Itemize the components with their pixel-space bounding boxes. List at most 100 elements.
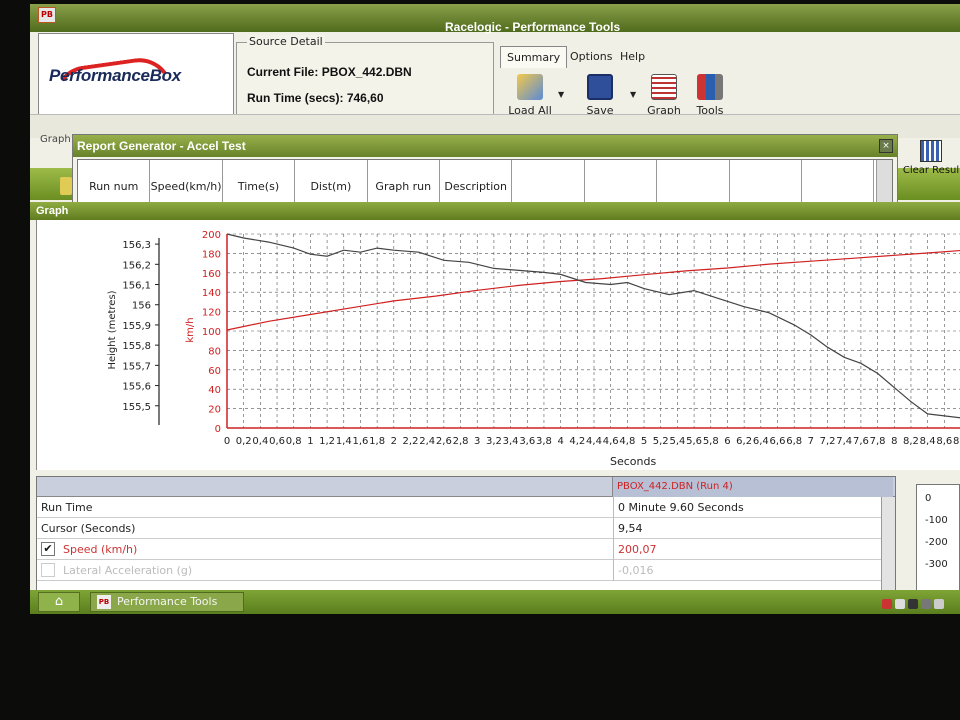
results-scrollbar[interactable] [881, 497, 895, 591]
x-tick-label: 0,6 [269, 436, 285, 447]
system-tray [882, 594, 960, 610]
x-tick-label: 7,2 [820, 436, 836, 447]
window-title: Racelogic - Performance Tools [445, 20, 621, 34]
run-time-row-value: 0 Minute 9.60 Seconds [613, 497, 895, 518]
graph-button[interactable]: Graph [640, 74, 688, 117]
tab-graph[interactable]: Graph [40, 134, 71, 145]
secondary-chart-tick: -200 [925, 537, 948, 548]
title-bar: PB Racelogic - Performance Tools [30, 4, 960, 34]
volume-icon[interactable] [908, 599, 918, 609]
x-tick-label: 2,8 [453, 436, 469, 447]
x-tick-label: 5,4 [669, 436, 685, 447]
network-icon[interactable] [895, 599, 905, 609]
graph-icon [651, 74, 677, 100]
x-tick-label: 4 [557, 436, 563, 447]
secondary-chart-tick: -300 [925, 559, 948, 570]
x-tick-label: 0,2 [236, 436, 252, 447]
graph-panel[interactable]: 0 0,2 0,4 0,6 0,8 1 1,2 1,4 1,6 1,8 2 2,2 2,4 2,6 2,8 3… [36, 220, 960, 470]
x-tick-label: 7,8 [870, 436, 886, 447]
photo-frame: PB Racelogic - Performance Tools Perform… [0, 0, 960, 720]
speed-tick-label: 180 [202, 249, 221, 260]
speed-tick-label: 20 [208, 405, 221, 416]
x-tick-label: 8,2 [903, 436, 919, 447]
speed-row-label: Speed (km/h) [63, 543, 138, 556]
x-tick-label: 6,8 [786, 436, 802, 447]
load-all-button[interactable]: Load All [506, 74, 554, 117]
x-tick-label: 4,2 [569, 436, 585, 447]
x-tick-label: 6,6 [770, 436, 786, 447]
current-file-label: Current File: [247, 65, 319, 79]
current-file-row: Current File: PBOX_442.DBN [247, 65, 412, 79]
speed-tick-label: 80 [208, 346, 221, 357]
x-tick-label: 5,8 [703, 436, 719, 447]
run-column-header[interactable]: PBOX_442.DBN (Run 4) [612, 477, 893, 497]
x-tick-label: 4,8 [619, 436, 635, 447]
clear-results-button[interactable]: Clear Resul [902, 140, 960, 176]
x-tick-label: 7,4 [836, 436, 852, 447]
tab-summary[interactable]: Summary [500, 46, 568, 68]
load-all-dropdown-icon[interactable]: ▼ [558, 90, 564, 99]
save-button[interactable]: Save [578, 74, 622, 117]
speed-tick-label: 0 [215, 424, 221, 435]
taskbar-performance-tools[interactable]: PB Performance Tools [90, 592, 244, 612]
source-detail-panel: Source Detail Current File: PBOX_442.DBN… [236, 35, 494, 120]
speed-height-chart[interactable]: 0 0,2 0,4 0,6 0,8 1 1,2 1,4 1,6 1,8 2 2,2 2,4 2,6 2,8 3… [37, 220, 960, 470]
speed-tick-label: 60 [208, 366, 221, 377]
height-series-line [226, 233, 960, 419]
clock-icon[interactable] [921, 599, 931, 609]
app-icon[interactable]: PB [38, 7, 56, 23]
tray-icon[interactable] [934, 599, 944, 609]
x-tick-label: 8,4 [920, 436, 936, 447]
x-tick-label: 6,2 [736, 436, 752, 447]
close-icon[interactable]: × [879, 139, 893, 153]
taskbar: ⌂ PB Performance Tools [30, 590, 960, 614]
x-tick-label: 5,2 [653, 436, 669, 447]
x-tick-label: 0,4 [252, 436, 268, 447]
cursor-row-value: 9,54 [613, 518, 895, 539]
lateral-acceleration-checkbox[interactable] [41, 563, 55, 577]
x-tick-label: 3,4 [503, 436, 519, 447]
x-tick-label: 3 [474, 436, 480, 447]
height-tick-label: 156,3 [122, 240, 151, 251]
results-row-lateral-acceleration: Lateral Acceleration (g) -0,016 [37, 560, 895, 581]
height-tick-label: 155,7 [122, 361, 151, 372]
height-tick-label: 155,5 [122, 402, 151, 413]
folder-icon [517, 74, 543, 100]
results-row-run-time: Run Time 0 Minute 9.60 Seconds [37, 497, 895, 518]
run-time-label: Run Time (secs): [247, 91, 344, 105]
clear-results-label: Clear Resul [902, 165, 960, 176]
performancebox-logo: PerformanceBox [38, 33, 234, 115]
secondary-chart-tick: 0 [925, 493, 932, 504]
save-dropdown-icon[interactable]: ▼ [630, 90, 636, 99]
performance-tools-icon: PB [97, 595, 111, 609]
x-tick-label: 5,6 [686, 436, 702, 447]
tools-button[interactable]: Tools [690, 74, 730, 117]
x-tick-label: 0,8 [286, 436, 302, 447]
speed-tick-label: 140 [202, 288, 221, 299]
secondary-chart-tick: -100 [925, 515, 948, 526]
x-tick-label: 8 [891, 436, 897, 447]
source-detail-legend: Source Detail [247, 35, 325, 48]
speed-checkbox[interactable]: ✔ [41, 542, 55, 556]
x-tick-label: 1,2 [319, 436, 335, 447]
menu-options[interactable]: Options [564, 46, 618, 68]
home-icon[interactable]: ⌂ [38, 592, 80, 612]
speed-tick-label: 160 [202, 269, 221, 280]
menu-help[interactable]: Help [614, 46, 651, 68]
current-file-value: PBOX_442.DBN [321, 65, 412, 79]
x-tick-label: 7 [808, 436, 814, 447]
height-tick-label: 156,1 [122, 281, 151, 292]
language-flag-icon[interactable] [882, 599, 892, 609]
speed-series-line [226, 249, 960, 331]
height-tick-label: 155,6 [122, 382, 151, 393]
yellow-tab-icon[interactable] [60, 177, 72, 195]
speed-tick-label: 120 [202, 308, 221, 319]
floppy-disk-icon [587, 74, 613, 100]
run-time-value: 746,60 [346, 91, 384, 105]
x-tick-label: 3,6 [519, 436, 535, 447]
x-axis-title: Seconds [610, 455, 657, 468]
x-tick-label: 2,6 [436, 436, 452, 447]
x-tick-label: 4,6 [603, 436, 619, 447]
results-row-speed: ✔ Speed (km/h) 200,07 [37, 539, 895, 560]
results-header: PBOX_442.DBN (Run 4) [37, 477, 895, 497]
